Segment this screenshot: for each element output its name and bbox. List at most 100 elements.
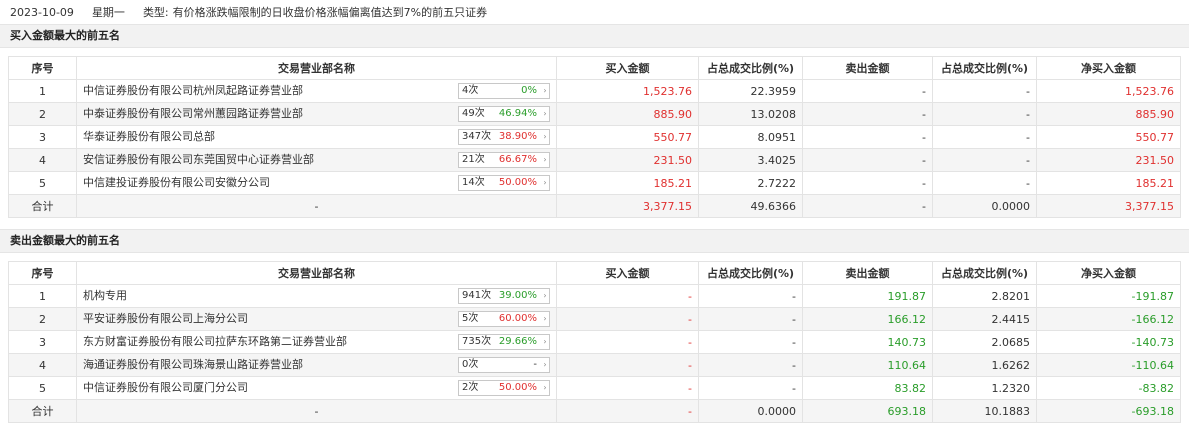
table-row: 5 中信证券股份有限公司厦门分公司 2次 50.00% › - - 83.82 1.… xyxy=(8,376,1181,400)
row-seq: 4 xyxy=(8,148,77,172)
count-badge[interactable]: 14次 50.00% › xyxy=(458,175,550,191)
sell-amount: 166.12 xyxy=(802,307,933,331)
buy-ratio: - xyxy=(698,353,803,377)
table-row: 4 海通证券股份有限公司珠海景山路证券营业部 0次 - › - - 110.64 1… xyxy=(8,353,1181,377)
dept-name[interactable]: 安信证券股份有限公司东莞国贸中心证券营业部 xyxy=(83,151,453,167)
total-buy: 3,377.15 xyxy=(556,194,699,218)
dept-cell: 东方财富证券股份有限公司拉萨东环路第二证券营业部 735次 29.66% › xyxy=(76,330,557,354)
buy-ratio: 22.3959 xyxy=(698,79,803,103)
col-sell: 卖出金额 xyxy=(802,56,933,80)
sell-ratio: 1.6262 xyxy=(932,353,1037,377)
total-row: 合计 - - 0.0000 693.18 10.1883 -693.18 xyxy=(8,399,1181,423)
buy-table-header: 序号 交易营业部名称 买入金额 占总成交比例(%) 卖出金额 占总成交比例(%)… xyxy=(8,56,1181,80)
sell-amount: - xyxy=(802,171,933,195)
col-seq: 序号 xyxy=(8,56,77,80)
count-badge[interactable]: 4次 0% › xyxy=(458,83,550,99)
dept-name[interactable]: 海通证券股份有限公司珠海景山路证券营业部 xyxy=(83,356,453,372)
trade-date: 2023-10-09 xyxy=(10,5,74,19)
count-times: 4次 xyxy=(462,85,479,96)
count-times: 14次 xyxy=(462,177,485,188)
count-pct: 46.94% xyxy=(498,108,537,119)
dept-name[interactable]: 中泰证券股份有限公司常州蕙园路证券营业部 xyxy=(83,105,453,121)
sell-amount: - xyxy=(802,79,933,103)
total-name: - xyxy=(76,399,557,423)
sell-amount: 110.64 xyxy=(802,353,933,377)
dept-cell: 中信证券股份有限公司厦门分公司 2次 50.00% › xyxy=(76,376,557,400)
dept-cell: 海通证券股份有限公司珠海景山路证券营业部 0次 - › xyxy=(76,353,557,377)
count-badge[interactable]: 941次 39.00% › xyxy=(458,288,550,304)
buy-amount: - xyxy=(556,284,699,308)
chevron-right-icon: › xyxy=(543,109,547,118)
count-pct: 60.00% xyxy=(498,313,537,324)
dept-name[interactable]: 中信证券股份有限公司杭州凤起路证券营业部 xyxy=(83,82,453,98)
col-buy-ratio: 占总成交比例(%) xyxy=(698,261,803,285)
sell-table: 序号 交易营业部名称 买入金额 占总成交比例(%) 卖出金额 占总成交比例(%)… xyxy=(8,261,1181,423)
total-buy-ratio: 49.6366 xyxy=(698,194,803,218)
buy-ratio: - xyxy=(698,284,803,308)
net-amount: -166.12 xyxy=(1036,307,1181,331)
count-badge[interactable]: 0次 - › xyxy=(458,357,550,373)
net-amount: -140.73 xyxy=(1036,330,1181,354)
dept-cell: 华泰证券股份有限公司总部 347次 38.90% › xyxy=(76,125,557,149)
count-times: 2次 xyxy=(462,382,479,393)
col-sell-ratio: 占总成交比例(%) xyxy=(932,56,1037,80)
table-row: 3 华泰证券股份有限公司总部 347次 38.90% › 550.77 8.0951… xyxy=(8,125,1181,149)
dept-name[interactable]: 华泰证券股份有限公司总部 xyxy=(83,128,453,144)
row-seq: 4 xyxy=(8,353,77,377)
col-buy: 买入金额 xyxy=(556,261,699,285)
dept-cell: 中信证券股份有限公司杭州凤起路证券营业部 4次 0% › xyxy=(76,79,557,103)
dept-cell: 中泰证券股份有限公司常州蕙园路证券营业部 49次 46.94% › xyxy=(76,102,557,126)
sell-ratio: - xyxy=(932,79,1037,103)
net-amount: -83.82 xyxy=(1036,376,1181,400)
col-dept: 交易营业部名称 xyxy=(76,261,557,285)
chevron-right-icon: › xyxy=(543,291,547,300)
dept-cell: 中信建投证券股份有限公司安徽分公司 14次 50.00% › xyxy=(76,171,557,195)
count-badge[interactable]: 49次 46.94% › xyxy=(458,106,550,122)
count-badge[interactable]: 347次 38.90% › xyxy=(458,129,550,145)
sell-ratio: - xyxy=(932,148,1037,172)
count-badge[interactable]: 5次 60.00% › xyxy=(458,311,550,327)
col-sell: 卖出金额 xyxy=(802,261,933,285)
count-badge[interactable]: 2次 50.00% › xyxy=(458,380,550,396)
dept-name[interactable]: 平安证券股份有限公司上海分公司 xyxy=(83,310,453,326)
count-times: 49次 xyxy=(462,108,485,119)
buy-amount: - xyxy=(556,330,699,354)
dept-name[interactable]: 东方财富证券股份有限公司拉萨东环路第二证券营业部 xyxy=(83,333,453,349)
type-label: 类型: xyxy=(142,6,169,19)
count-pct: 50.00% xyxy=(498,382,537,393)
type-text: 有价格涨跌幅限制的日收盘价格涨幅偏离值达到7%的前五只证券 xyxy=(172,6,488,19)
chevron-right-icon: › xyxy=(543,132,547,141)
net-amount: 185.21 xyxy=(1036,171,1181,195)
sell-ratio: 2.0685 xyxy=(932,330,1037,354)
count-badge[interactable]: 21次 66.67% › xyxy=(458,152,550,168)
total-buy: - xyxy=(556,399,699,423)
row-seq: 5 xyxy=(8,171,77,195)
buy-amount: 231.50 xyxy=(556,148,699,172)
chevron-right-icon: › xyxy=(543,86,547,95)
sell-amount: - xyxy=(802,125,933,149)
total-label: 合计 xyxy=(8,194,77,218)
top-info-bar: 2023-10-09 星期一 类型: 有价格涨跌幅限制的日收盘价格涨幅偏离值达到… xyxy=(0,0,1189,24)
total-sell: 693.18 xyxy=(802,399,933,423)
count-times: 5次 xyxy=(462,313,479,324)
dept-name[interactable]: 中信建投证券股份有限公司安徽分公司 xyxy=(83,174,453,190)
row-seq: 5 xyxy=(8,376,77,400)
table-row: 1 机构专用 941次 39.00% › - - 191.87 2.8201 -19… xyxy=(8,284,1181,308)
dept-cell: 机构专用 941次 39.00% › xyxy=(76,284,557,308)
total-label: 合计 xyxy=(8,399,77,423)
buy-amount: - xyxy=(556,307,699,331)
net-amount: -110.64 xyxy=(1036,353,1181,377)
dept-name[interactable]: 机构专用 xyxy=(83,287,453,303)
sell-ratio: - xyxy=(932,125,1037,149)
sell-amount: - xyxy=(802,102,933,126)
dept-name[interactable]: 中信证券股份有限公司厦门分公司 xyxy=(83,379,453,395)
chevron-right-icon: › xyxy=(543,360,547,369)
net-amount: 550.77 xyxy=(1036,125,1181,149)
buy-ratio: 3.4025 xyxy=(698,148,803,172)
count-badge[interactable]: 735次 29.66% › xyxy=(458,334,550,350)
buy-amount: 550.77 xyxy=(556,125,699,149)
count-pct: - xyxy=(533,359,537,370)
sell-ratio: 2.8201 xyxy=(932,284,1037,308)
row-seq: 1 xyxy=(8,284,77,308)
sell-ratio: - xyxy=(932,171,1037,195)
